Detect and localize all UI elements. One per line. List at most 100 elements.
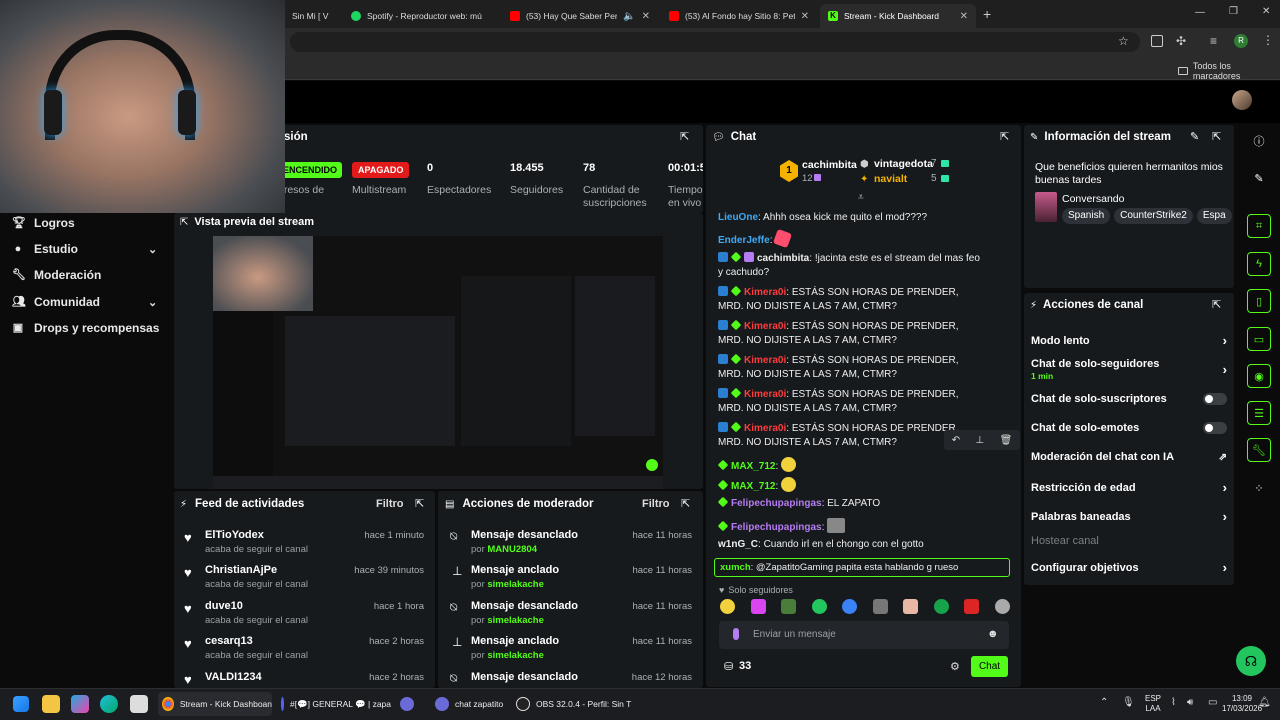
chat-input[interactable]: Enviar un mensaje ☻ <box>719 621 1009 649</box>
nav-comunidad[interactable]: 👥︎ Comunidad ⌄ <box>12 292 172 312</box>
list-icon[interactable]: ☰ <box>1247 401 1271 425</box>
chat-message[interactable]: LieuOne: Ahhh osea kick me quito el mod?… <box>718 211 980 225</box>
taskbar-store[interactable] <box>130 692 148 716</box>
crop-icon[interactable]: ⌗ <box>1247 214 1271 238</box>
taskbar-copilot[interactable] <box>71 692 89 716</box>
close-icon[interactable]: ✕ <box>801 11 809 22</box>
chat-message[interactable]: Kimera0i: ESTÁS SON HORAS DE PRENDER, MR… <box>718 285 980 314</box>
nav-moderacion[interactable]: 🔧︎ Moderación <box>12 265 101 285</box>
tab-sin-mi[interactable]: Sin Mi [ V <box>284 4 340 28</box>
edit-icon[interactable]: ✎ <box>1247 166 1271 190</box>
nav-estudio[interactable]: ● Estudio ⌄ <box>12 239 172 259</box>
chevron-down-icon[interactable]: ⩡ <box>858 192 864 203</box>
chat-message[interactable]: cachimbita: !jacinta este es el stream d… <box>718 251 980 280</box>
user-avatar[interactable] <box>1232 90 1252 110</box>
taskbar-obs[interactable]: OBS 32.0.4 - Perfil: Sin T <box>516 692 634 716</box>
emote-icon[interactable] <box>994 599 1010 614</box>
maximize-button[interactable]: ❐ <box>1229 6 1238 17</box>
action-age-restriction[interactable]: Restricción de edad › <box>1031 480 1227 495</box>
menu-kebab-icon[interactable]: ⋮ <box>1262 33 1274 47</box>
chat-message[interactable]: Kimera0i: ESTÁS SON HORAS DE PRENDER, MR… <box>718 421 980 450</box>
send-chat-button[interactable]: Chat <box>971 656 1008 677</box>
emote-icon[interactable] <box>750 599 766 614</box>
pin-icon[interactable]: ⊥ <box>975 435 984 446</box>
action-set-goals[interactable]: Configurar objetivos › <box>1031 560 1227 575</box>
clock[interactable]: 13:09 17/03/2026 <box>1222 694 1262 714</box>
leaderboard-name[interactable]: vintagedota <box>874 158 933 170</box>
nav-drops[interactable]: ▣ Drops y recompensas <box>12 318 160 338</box>
close-icon[interactable]: ✕ <box>960 11 968 22</box>
popout-icon[interactable]: ⇱ <box>415 497 424 510</box>
chat-message[interactable]: EnderJeffe: <box>718 228 980 249</box>
emote-icon[interactable] <box>903 599 919 614</box>
chat-message[interactable]: MAX_712: <box>717 477 980 494</box>
close-window-button[interactable]: ✕ <box>1262 6 1270 17</box>
reply-icon[interactable]: ↶ <box>952 435 960 446</box>
broadcast-icon[interactable]: ◉ <box>1247 364 1271 388</box>
popout-icon[interactable]: ⇱ <box>180 217 188 228</box>
modactions-filter-button[interactable]: Filtro <box>642 498 670 510</box>
start-button[interactable] <box>13 692 29 716</box>
emote-icon[interactable] <box>781 599 797 614</box>
apps-icon[interactable]: ⁘ <box>1247 476 1271 500</box>
volume-icon[interactable]: 🔊︎ <box>1187 697 1193 708</box>
taskbar-app[interactable] <box>400 692 414 716</box>
nav-logros[interactable]: 🏆︎ Logros <box>12 213 75 233</box>
action-ai-moderation[interactable]: Moderación del chat con IA ⇗ <box>1031 451 1227 463</box>
gear-icon[interactable]: ⚙ <box>950 660 960 673</box>
mic-icon[interactable] <box>733 628 739 640</box>
tag[interactable]: CounterStrike2 <box>1114 208 1193 224</box>
chat-message[interactable]: Kimera0i: ESTÁS SON HORAS DE PRENDER, MR… <box>718 387 980 416</box>
wrench-icon[interactable]: 🔧︎ <box>1247 438 1271 462</box>
popout-icon[interactable]: ⇱ <box>1212 298 1221 311</box>
tab-spotify[interactable]: Spotify - Reproductor web: mú <box>343 4 499 28</box>
wifi-icon[interactable]: ⌇ <box>1171 697 1176 708</box>
tag[interactable]: Espa <box>1196 208 1232 224</box>
action-banned-words[interactable]: Palabras baneadas › <box>1031 509 1227 524</box>
language-indicator[interactable]: ESP LAA <box>1145 694 1161 714</box>
taskbar-chrome[interactable]: Stream - Kick Dashboan <box>158 692 272 716</box>
emoji-icon[interactable]: ☻ <box>987 628 999 640</box>
action-followers-only[interactable]: Chat de solo-seguidores 1 min › <box>1031 358 1227 381</box>
star-icon[interactable]: ☆ <box>1118 34 1129 48</box>
mic-icon[interactable]: 🎙︎ <box>1122 697 1135 708</box>
chat-message[interactable]: Kimera0i: ESTÁS SON HORAS DE PRENDER, MR… <box>718 353 980 382</box>
cast-icon[interactable] <box>1151 35 1163 47</box>
notification-icon[interactable]: 🔔︎ <box>1258 697 1271 708</box>
profile-avatar[interactable]: R <box>1234 34 1248 48</box>
media-icon[interactable]: ≡ <box>1210 34 1217 48</box>
feed-filter-button[interactable]: Filtro <box>376 498 404 510</box>
all-bookmarks-folder[interactable]: Todos los marcadores <box>1178 61 1280 81</box>
chat-message[interactable]: Felipechupapingas: <box>717 518 980 535</box>
toggle-switch[interactable] <box>1203 393 1227 405</box>
popout-icon[interactable]: ⇱ <box>1000 130 1009 143</box>
emote-icon[interactable] <box>933 599 949 614</box>
tab-kick-dashboard[interactable]: K Stream - Kick Dashboard ✕ <box>820 4 976 28</box>
edit-icon[interactable]: ✎ <box>1190 130 1199 143</box>
popout-icon[interactable]: ⇱ <box>681 497 690 510</box>
trash-icon[interactable]: 🗑︎ <box>1000 435 1013 446</box>
action-emotes-only[interactable]: Chat de solo-emotes <box>1031 422 1227 434</box>
stream-preview[interactable] <box>213 236 663 489</box>
chat-message[interactable]: MAX_712: <box>717 457 980 474</box>
emote-icon[interactable] <box>872 599 888 614</box>
emote-icon[interactable] <box>811 599 827 614</box>
highlighted-message[interactable]: xumch: @ZapatitoGaming papita esta habla… <box>714 558 1010 577</box>
emote-icon[interactable] <box>720 599 735 614</box>
taskbar-explorer[interactable] <box>42 692 60 716</box>
taskbar-edge[interactable] <box>100 692 118 716</box>
minimize-button[interactable]: — <box>1195 7 1205 18</box>
popout-icon[interactable]: ⇱ <box>680 130 689 143</box>
popout-icon[interactable]: ⇱ <box>1212 130 1221 143</box>
chat-message[interactable]: w1nG_C: Cuando irl en el chongo con el g… <box>718 538 980 552</box>
emote-icon[interactable] <box>964 599 980 614</box>
document-icon[interactable]: ▯ <box>1247 289 1271 313</box>
new-tab-button[interactable]: + <box>983 6 991 22</box>
chat-message[interactable]: Kimera0i: ESTÁS SON HORAS DE PRENDER, MR… <box>718 319 980 348</box>
close-icon[interactable]: ✕ <box>642 11 650 22</box>
leaderboard-name[interactable]: navialt <box>874 173 907 185</box>
extensions-icon[interactable]: ✣ <box>1176 34 1186 48</box>
headset-help-button[interactable]: ☊ <box>1236 646 1266 676</box>
bolt-icon[interactable]: ϟ <box>1247 252 1271 276</box>
battery-icon[interactable]: ▭ <box>1208 697 1217 708</box>
